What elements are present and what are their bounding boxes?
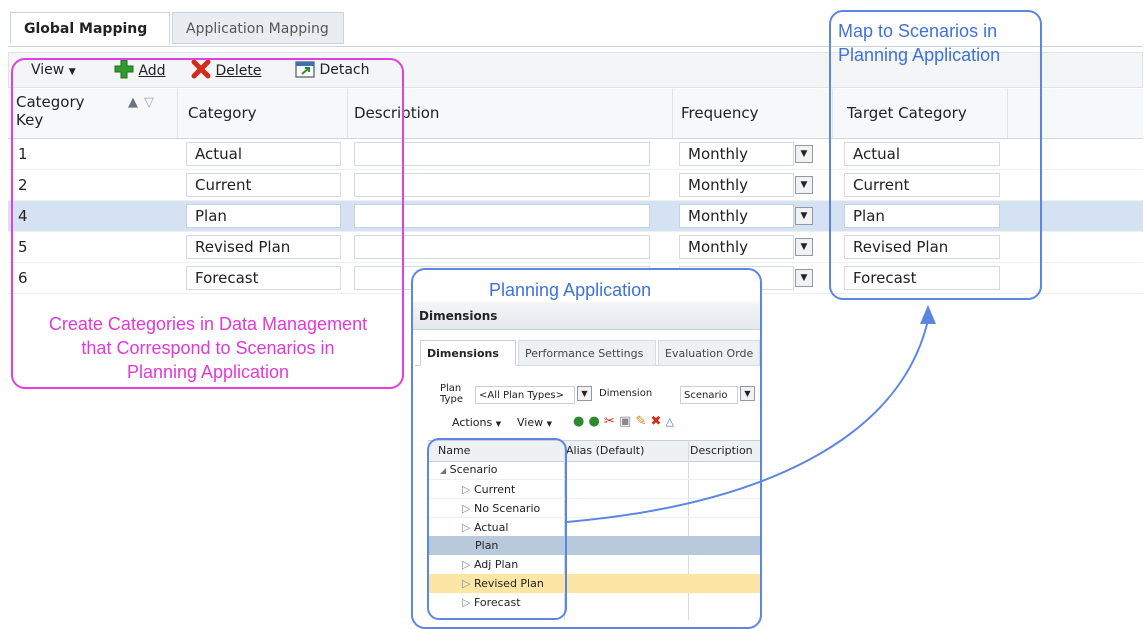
mapping-arrow	[566, 305, 936, 523]
